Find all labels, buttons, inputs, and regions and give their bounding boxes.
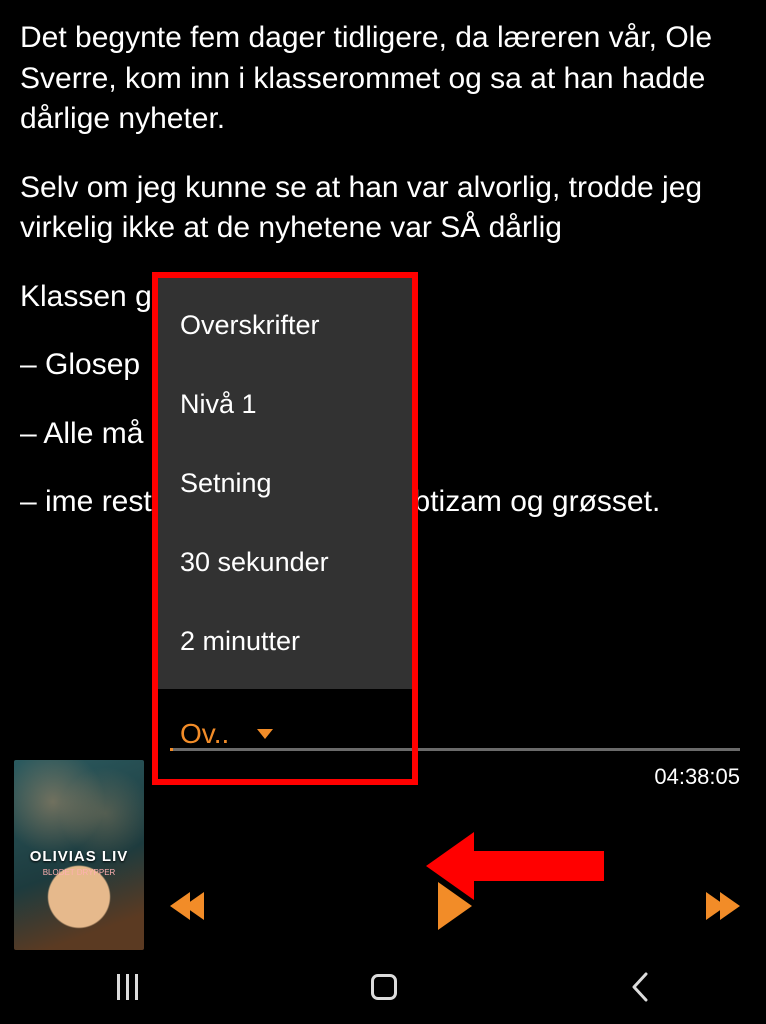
skip-level-option-2min[interactable]: 2 minutter [158, 602, 412, 681]
book-cover[interactable]: OLIVIAS LIV BLODET DRYPPER [14, 760, 144, 950]
skip-level-option-overskrifter[interactable]: Overskrifter [158, 286, 412, 365]
cover-title: OLIVIAS LIV [14, 848, 144, 865]
skip-level-popup: Overskrifter Nivå 1 Setning 30 sekunder … [152, 272, 418, 785]
skip-level-dropdown[interactable]: Ov.. [158, 689, 412, 779]
nav-recent-button[interactable] [117, 974, 138, 1000]
skip-level-option-setning[interactable]: Setning [158, 444, 412, 523]
skip-level-option-niva1[interactable]: Nivå 1 [158, 365, 412, 444]
annotation-arrow [426, 832, 604, 900]
time-total: 04:38:05 [654, 764, 740, 790]
paragraph: Selv om jeg kunne se at han var alvorlig… [20, 168, 746, 249]
cover-subtitle: BLODET DRYPPER [14, 868, 144, 877]
skip-level-selected: Ov.. [180, 718, 229, 750]
paragraph: Det begynte fem dager tidligere, da lære… [20, 18, 746, 140]
skip-level-list: Overskrifter Nivå 1 Setning 30 sekunder … [158, 278, 412, 689]
android-navbar [0, 950, 766, 1024]
nav-back-button[interactable] [630, 972, 650, 1002]
rewind-button[interactable] [170, 892, 204, 920]
nav-home-button[interactable] [371, 974, 397, 1000]
skip-level-option-30sek[interactable]: 30 sekunder [158, 523, 412, 602]
forward-button[interactable] [706, 892, 740, 920]
chevron-down-icon [257, 729, 273, 739]
